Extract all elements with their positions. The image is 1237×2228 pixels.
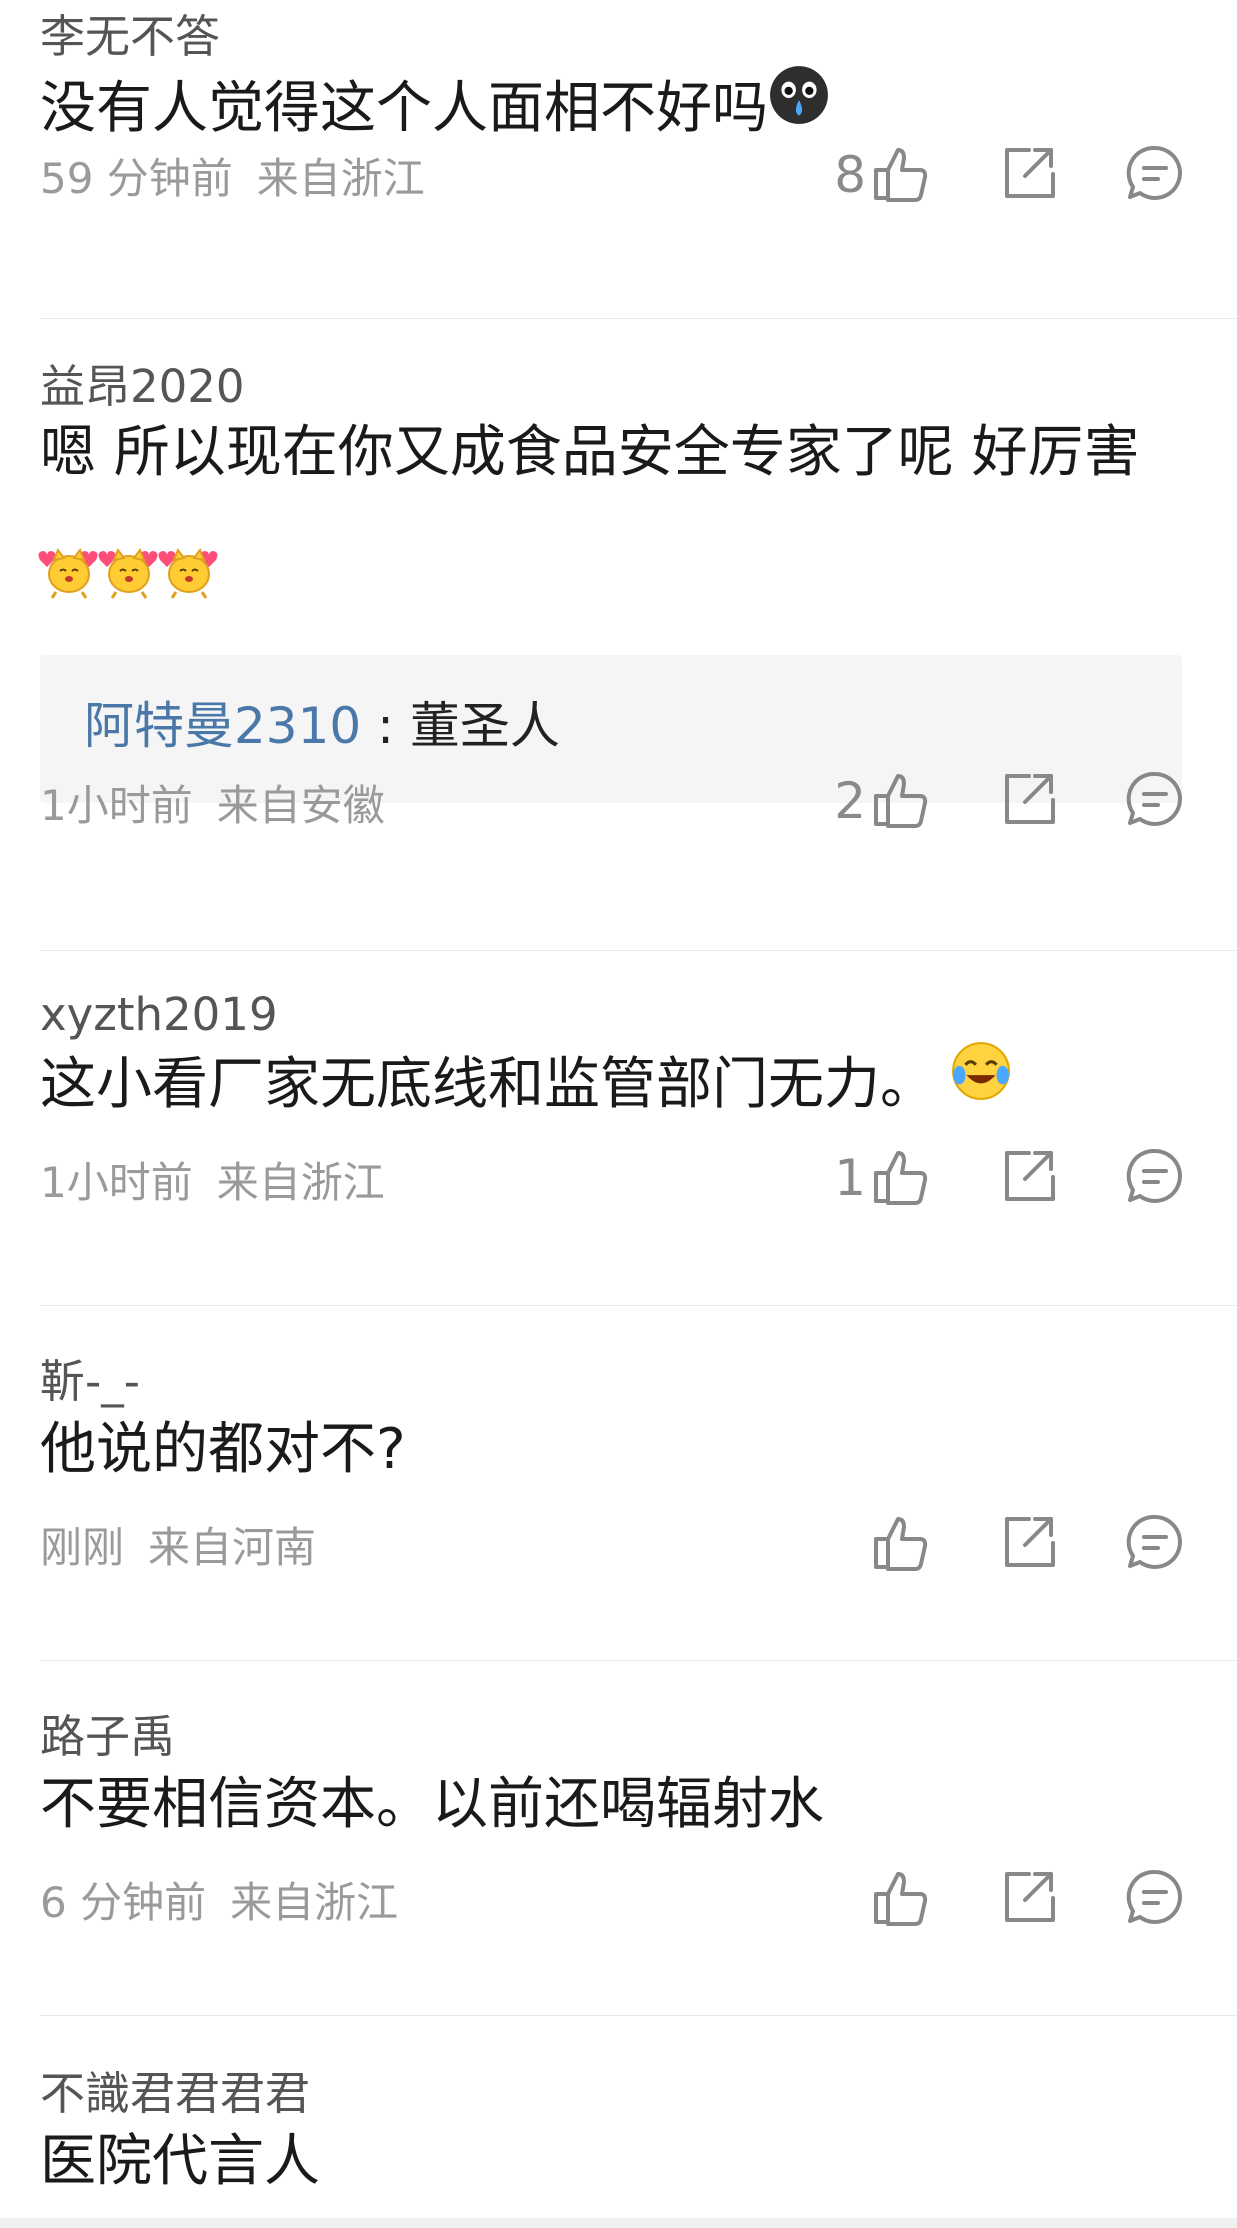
comment-divider [40, 1660, 1237, 1661]
bottom-edge [0, 2218, 1237, 2228]
comment-text-line: 没有人觉得这个人面相不好吗 [40, 76, 768, 141]
hamster-hearts-emoji [36, 538, 218, 604]
comment-actions: 2 [40, 766, 1237, 836]
comment-text-line: 嗯 所以现在你又成食品安全专家了呢 好厉害 [40, 420, 1140, 485]
like-count: 1 [834, 1149, 866, 1207]
comment-username[interactable]: 不識君君君君 [40, 2071, 310, 2116]
reply-author[interactable]: 阿特曼2310 [84, 697, 361, 755]
comment-divider [40, 2015, 1237, 2016]
like-count: 8 [834, 146, 866, 204]
comment-text-line: 不要相信资本。以前还喝辐射水 [40, 1772, 824, 1837]
share-icon[interactable] [995, 140, 1061, 206]
thumbs-up-icon[interactable] [868, 1864, 934, 1930]
comment-username[interactable]: 益昂2020 [40, 364, 245, 409]
thumbs-up-icon[interactable] [868, 766, 934, 832]
thumbs-up-icon[interactable] [868, 140, 934, 206]
comment-layer: 李无不答 没有人觉得这个人面相不好吗 59 分钟前 来自浙江 8 益昂2020 嗯 所以现在… [0, 0, 1237, 2228]
comment-text-line: 这小看厂家无底线和监管部门无力。 [40, 1052, 936, 1117]
comment-username[interactable]: 路子禹 [40, 1714, 175, 1759]
reply-body: 董圣人 [409, 697, 560, 755]
comment-divider [40, 1305, 1237, 1306]
comment-actions [40, 1509, 1237, 1579]
comment-username[interactable]: xyzth2019 [40, 992, 278, 1037]
emoji-row [36, 538, 218, 604]
comment-username[interactable]: 李无不答 [40, 14, 220, 59]
comment-text: 他说的都对不? [40, 1407, 1190, 1494]
share-icon[interactable] [995, 1864, 1061, 1930]
share-icon[interactable] [995, 1509, 1061, 1575]
comment-username[interactable]: 靳-_- [40, 1359, 140, 1404]
comment-text-line: 医院代言人 [40, 2129, 320, 2194]
share-icon[interactable] [995, 766, 1061, 832]
like-count: 2 [834, 772, 866, 830]
comment-divider [40, 950, 1237, 951]
reply-separator: : [361, 697, 410, 755]
comment-icon[interactable] [1122, 1143, 1188, 1209]
comment-text: 这小看厂家无底线和监管部门无力。 [40, 1042, 1190, 1129]
comment-icon[interactable] [1122, 1509, 1188, 1575]
crying-face-emoji [768, 64, 830, 152]
comment-actions: 1 [40, 1143, 1237, 1213]
thumbs-up-icon[interactable] [868, 1143, 934, 1209]
comment-actions: 8 [40, 140, 1237, 210]
comment-text: 医院代言人 [40, 2119, 1190, 2206]
comment-icon[interactable] [1122, 140, 1188, 206]
comment-icon[interactable] [1122, 766, 1188, 832]
share-icon[interactable] [995, 1143, 1061, 1209]
comment-text: 嗯 所以现在你又成食品安全专家了呢 好厉害 [40, 410, 1190, 497]
comment-text-line: 他说的都对不? [40, 1417, 406, 1482]
comment-icon[interactable] [1122, 1864, 1188, 1930]
laughing-tears-emoji [950, 1040, 1012, 1128]
thumbs-up-icon[interactable] [868, 1509, 934, 1575]
comment-divider [40, 318, 1237, 319]
comment-text: 不要相信资本。以前还喝辐射水 [40, 1762, 1190, 1849]
quoted-reply-text: 阿特曼2310 : 董圣人 [84, 701, 560, 751]
comment-actions [40, 1864, 1237, 1934]
